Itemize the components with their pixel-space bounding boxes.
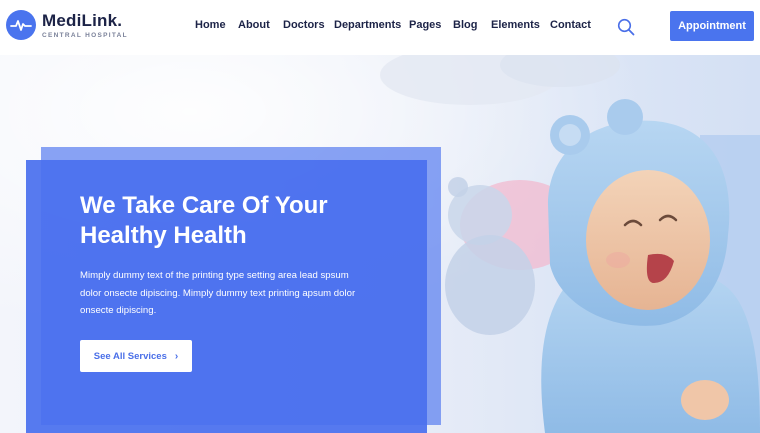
see-all-services-label: See All Services bbox=[93, 350, 167, 362]
site-header: MediLink. CENTRAL HOSPITAL Home About Do… bbox=[0, 0, 760, 55]
hero-description: Mimply dummy text of the printing type s… bbox=[80, 270, 356, 316]
brand-name: MediLink. bbox=[42, 10, 123, 30]
see-all-services-button[interactable]: See All Services › bbox=[80, 340, 192, 372]
hero-title: We Take Care Of Your Healthy Health bbox=[80, 192, 328, 249]
nav-item-pages[interactable]: Pages bbox=[409, 19, 441, 31]
nav-item-doctors[interactable]: Doctors bbox=[283, 19, 325, 31]
search-icon[interactable] bbox=[616, 17, 636, 37]
nav-item-contact[interactable]: Contact bbox=[550, 19, 591, 31]
nav-item-blog[interactable]: Blog bbox=[453, 19, 477, 31]
logo[interactable]: MediLink. CENTRAL HOSPITAL bbox=[6, 10, 128, 40]
nav-item-about[interactable]: About bbox=[238, 19, 270, 31]
chevron-right-icon: › bbox=[174, 350, 179, 362]
nav-item-departments[interactable]: Departments bbox=[334, 19, 401, 31]
brand-tagline: CENTRAL HOSPITAL bbox=[42, 31, 128, 39]
appointment-button[interactable]: Appointment bbox=[670, 11, 754, 41]
hero-section: We Take Care Of Your Healthy Health Mimp… bbox=[0, 55, 760, 433]
nav-item-elements[interactable]: Elements bbox=[491, 19, 540, 31]
nav-item-home[interactable]: Home bbox=[195, 19, 226, 31]
heartbeat-icon bbox=[6, 10, 36, 40]
